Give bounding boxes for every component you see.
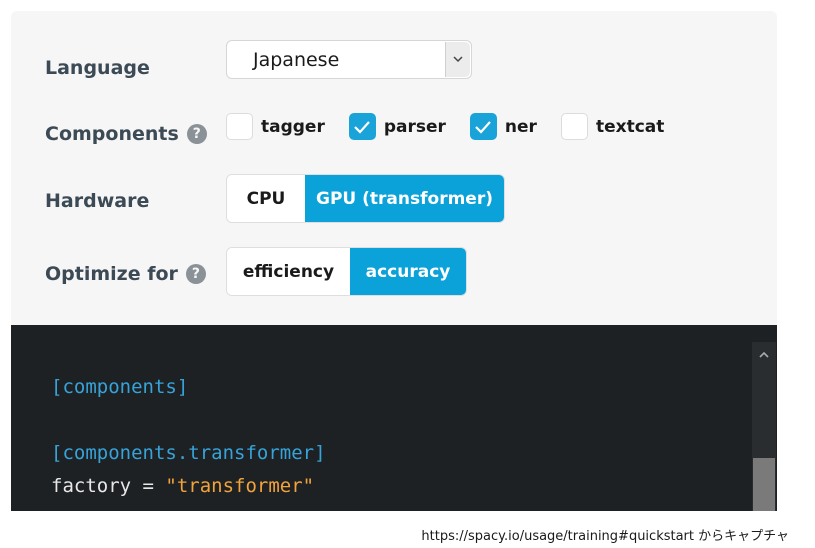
quickstart-panel: Language Japanese Components ? tagger pa…	[11, 11, 777, 325]
language-select-value: Japanese	[253, 48, 340, 71]
checkbox-textcat[interactable]: textcat	[560, 113, 665, 140]
hardware-toggle: CPU GPU (transformer)	[226, 174, 505, 223]
optimize-option-efficiency[interactable]: efficiency	[227, 248, 350, 295]
checkbox-label: ner	[504, 116, 537, 137]
checkbox-label: parser	[383, 116, 446, 137]
code-scrollbar[interactable]	[752, 342, 776, 511]
checkmark-icon	[354, 120, 371, 134]
language-select[interactable]: Japanese	[226, 40, 472, 79]
checkbox-ner[interactable]: ner	[469, 113, 537, 140]
config-code-block: [components] [components.transformer] fa…	[11, 325, 777, 511]
optimize-option-accuracy[interactable]: accuracy	[350, 248, 466, 295]
components-label: Components ?	[45, 123, 207, 145]
source-caption: https://spacy.io/usage/training#quicksta…	[421, 529, 789, 544]
checkbox-parser[interactable]: parser	[348, 113, 446, 140]
checkbox-box-checked[interactable]	[348, 113, 376, 140]
checkbox-box[interactable]	[560, 113, 588, 140]
checkbox-box[interactable]	[226, 113, 253, 140]
components-label-text: Components	[45, 123, 179, 145]
optimize-label-text: Optimize for	[45, 263, 178, 285]
checkmark-icon	[475, 120, 492, 134]
code-line-factory: factory = "transformer"	[51, 475, 314, 497]
components-checkboxes: tagger parser ner textcat	[226, 113, 688, 140]
hardware-option-cpu[interactable]: CPU	[227, 175, 305, 222]
chevron-down-icon[interactable]	[445, 42, 470, 77]
hardware-label-text: Hardware	[45, 190, 150, 212]
language-label-text: Language	[45, 57, 150, 79]
code-line-transformer: [components.transformer]	[51, 442, 326, 464]
scroll-up-icon[interactable]	[752, 342, 776, 366]
checkbox-label: tagger	[261, 116, 325, 137]
optimize-toggle: efficiency accuracy	[226, 247, 467, 296]
code-string: "transformer"	[165, 475, 315, 497]
checkbox-box-checked[interactable]	[469, 113, 497, 140]
scroll-thumb[interactable]	[753, 458, 775, 511]
code-equals: =	[131, 475, 166, 497]
code-line-components: [components]	[51, 376, 189, 398]
checkbox-tagger[interactable]: tagger	[226, 113, 325, 140]
optimize-label: Optimize for ?	[45, 263, 206, 285]
hardware-label: Hardware	[45, 190, 149, 212]
checkbox-label: textcat	[595, 116, 665, 137]
code-key: factory	[51, 475, 132, 497]
help-icon[interactable]: ?	[186, 124, 207, 144]
help-icon[interactable]: ?	[185, 264, 206, 284]
language-label: Language	[45, 57, 150, 79]
hardware-option-gpu[interactable]: GPU (transformer)	[305, 175, 504, 222]
